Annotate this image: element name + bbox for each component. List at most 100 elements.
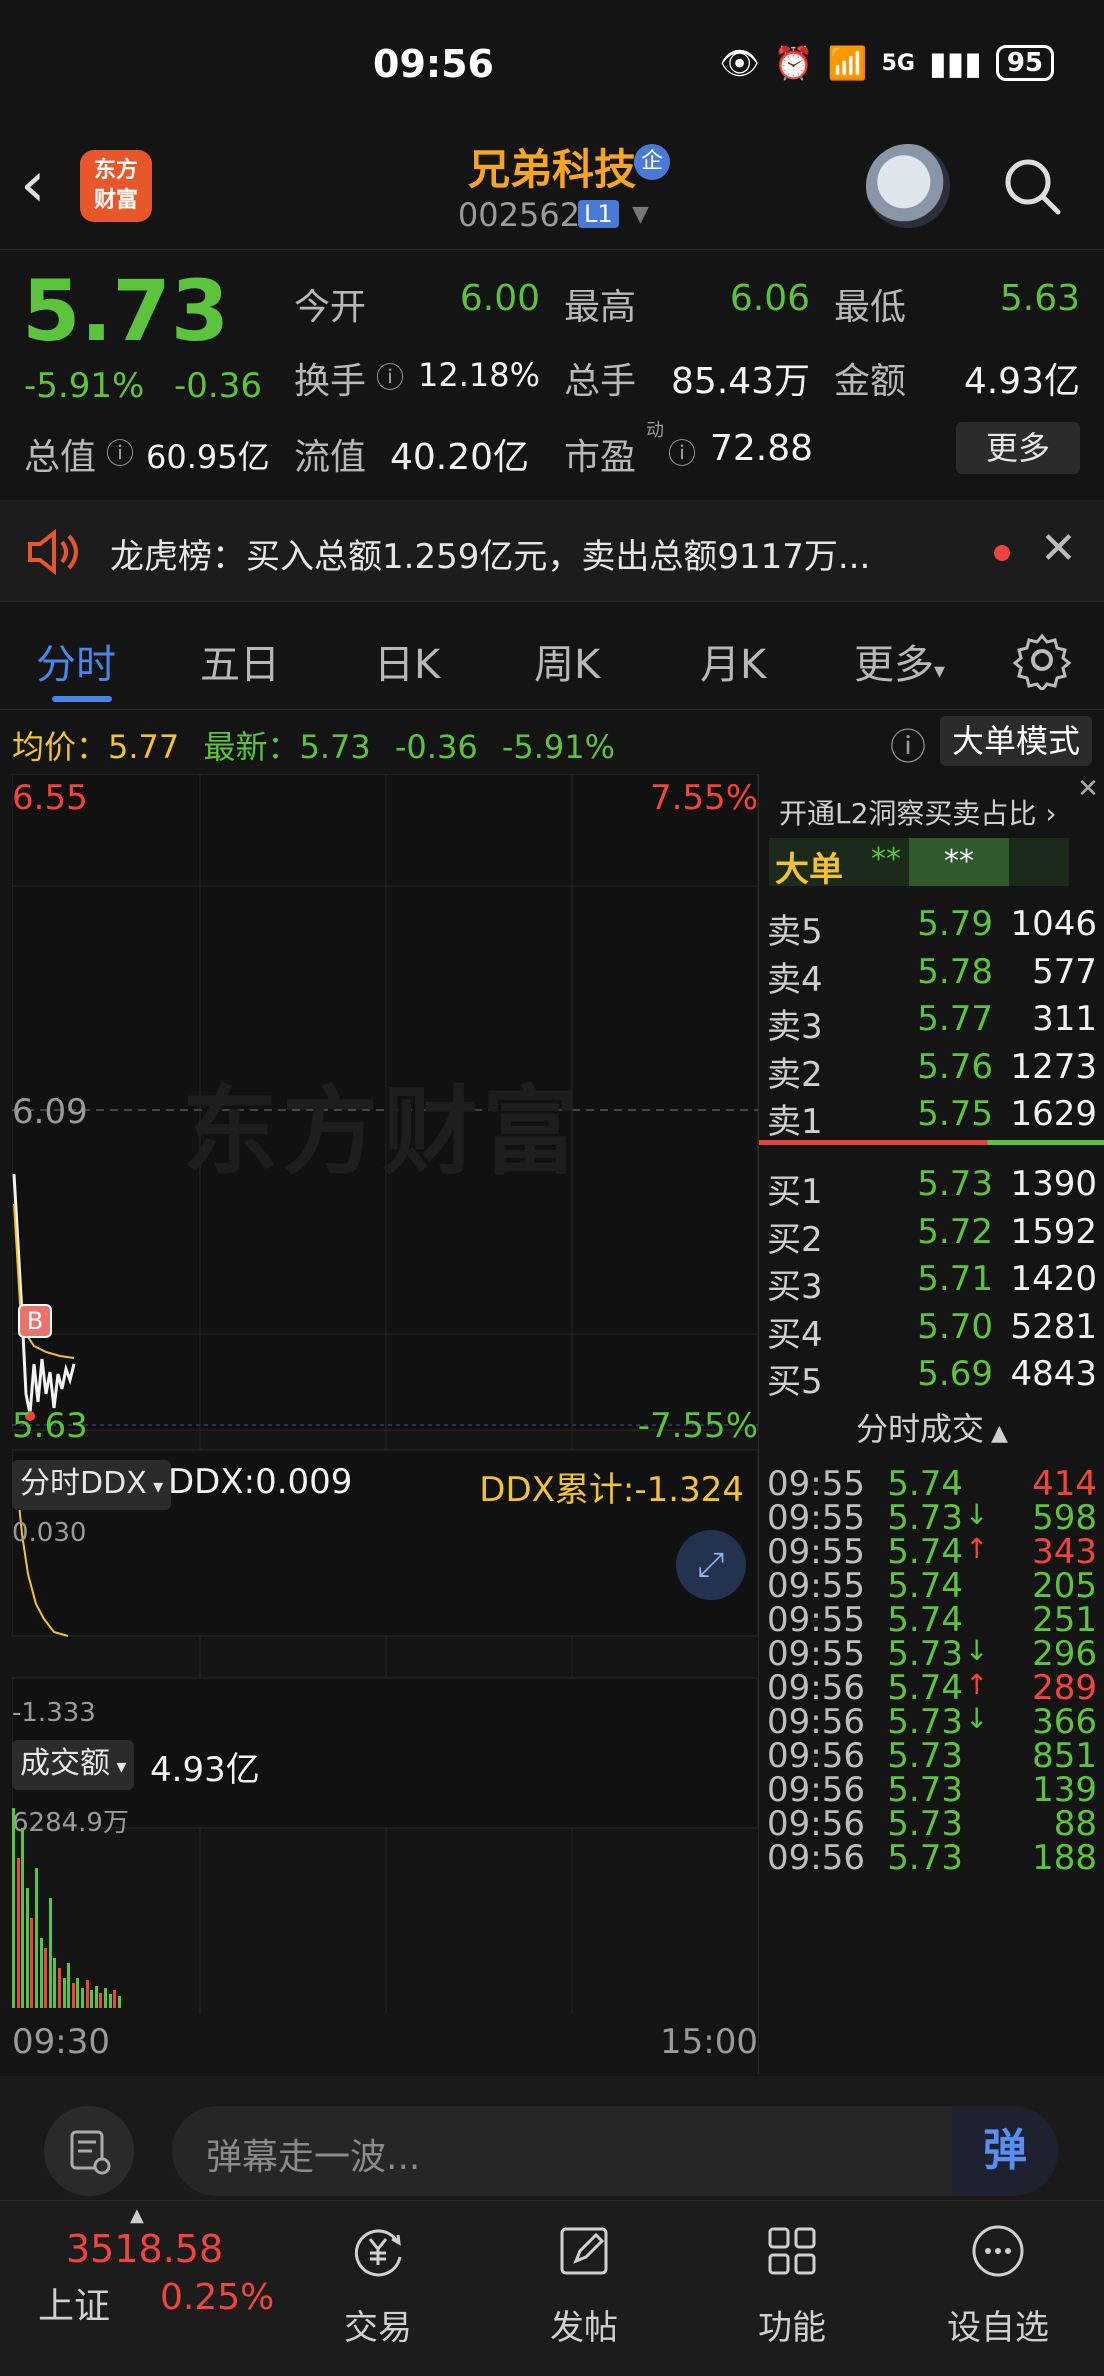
volume-bar (62, 1978, 66, 2008)
intraday-chart[interactable]: 6.55 7.55% 6.09 东方财富 5.63 -7.55% B 分时DDX… (11, 773, 759, 2062)
danmaku-send-button[interactable]: 弹 (952, 2106, 1058, 2196)
ask-row[interactable]: 卖4 5.78 577 (759, 952, 1104, 1000)
nav-trade[interactable]: 交易 (308, 2221, 448, 2349)
tick-row: 09:56 5.73 88 (759, 1804, 1104, 1844)
index-widget[interactable]: ▲ 3518.58 上证 0.25% (0, 2201, 276, 2376)
status-icons: 👁 ⏰ 📶 5G ▮▮▮ 95 (719, 44, 1054, 82)
ask-volume: 1629 (1010, 1094, 1097, 1134)
volume-bar (16, 1858, 20, 2008)
tick-row: 09:55 5.74 414 (759, 1464, 1104, 1504)
nav-post[interactable]: 发帖 (514, 2221, 654, 2349)
bid-row[interactable]: 买2 5.72 1592 (759, 1212, 1104, 1260)
volume-bar (21, 1828, 25, 2008)
search-icon[interactable] (1000, 154, 1064, 218)
bid-row[interactable]: 买1 5.73 1390 (759, 1164, 1104, 1212)
volume-bars (12, 1798, 132, 2008)
ask-row[interactable]: 卖3 5.77 311 (759, 999, 1104, 1047)
time-start: 09:30 (12, 2022, 110, 2062)
ticks-title[interactable]: 分时成交 ▲ (759, 1404, 1104, 1450)
tick-row: 09:55 5.73 ↓ 598 (759, 1498, 1104, 1538)
turnover-value: 12.18% (417, 356, 540, 394)
danmaku-settings-icon[interactable] (44, 2106, 134, 2196)
axis-bottom-price: 5.63 (12, 1406, 88, 1446)
ddx-value: DDX:0.009 (168, 1462, 353, 1502)
tick-row: 09:56 5.74 ↑ 289 (759, 1668, 1104, 1708)
settings-gear-icon[interactable] (1012, 630, 1072, 690)
bid-volume: 4843 (1010, 1354, 1097, 1394)
volume-bar (12, 1808, 15, 2008)
tick-volume: 188 (1032, 1838, 1097, 1878)
ask-volume: 1273 (1010, 1046, 1097, 1087)
latest-change: -0.36 (394, 728, 478, 766)
ddx-selector-label: 分时DDX (20, 1466, 147, 1501)
volume-bar (71, 1983, 75, 2008)
nav-functions-label: 功能 (758, 2308, 826, 2348)
close-icon[interactable]: ✕ (1040, 523, 1077, 574)
volume-bar (25, 1888, 29, 2008)
index-value: 3518.58 (66, 2227, 224, 2271)
tick-row: 09:55 5.74 ↑ 343 (759, 1532, 1104, 1572)
eye-icon: 👁 (719, 44, 760, 82)
nav-functions[interactable]: 功能 (722, 2221, 862, 2349)
buy-marker[interactable]: B (18, 1304, 52, 1338)
amount-label: 金额 (834, 361, 907, 402)
tick-row: 09:55 5.74 205 (759, 1566, 1104, 1606)
caret-up-icon: ▲ (984, 1421, 1008, 1446)
status-bar: 09:56 👁 ⏰ 📶 5G ▮▮▮ 95 (0, 0, 1104, 130)
bid-volume: 1390 (1010, 1164, 1097, 1204)
tab-five-day[interactable]: 五日 (200, 632, 280, 690)
help-icon[interactable]: ⓘ (890, 718, 926, 770)
bid-row[interactable]: 买4 5.70 5281 (759, 1307, 1104, 1355)
nav-add-watchlist-label: 设自选 (947, 2308, 1049, 2348)
ask-row[interactable]: 卖2 5.76 1273 (759, 1047, 1104, 1095)
assistant-robot-icon[interactable] (866, 144, 950, 228)
watermark: 东方财富 (182, 1076, 582, 1188)
big-order-label: 大单 (775, 850, 843, 890)
news-ticker[interactable]: 龙虎榜：买入总额1.259亿元，卖出总额9117万... ✕ (0, 500, 1104, 602)
nav-add-watchlist[interactable]: 设自选 (928, 2221, 1068, 2349)
ddx-selector[interactable]: 分时DDX ▾ (12, 1460, 172, 1510)
pe-dynamic-mark: 动 (646, 420, 664, 441)
expand-icon[interactable]: ⤢ (676, 1530, 746, 1600)
ask-row[interactable]: 卖1 5.75 1629 (759, 1094, 1104, 1142)
bid-row[interactable]: 买5 5.69 4843 (759, 1354, 1104, 1402)
bid-row[interactable]: 买3 5.71 1420 (759, 1259, 1104, 1307)
tab-intraday[interactable]: 分时 (36, 632, 116, 690)
tick-row: 09:56 5.73 851 (759, 1736, 1104, 1776)
danmaku-input[interactable]: 弹幕走一波... 弹 (172, 2106, 1058, 2196)
tick-row: 09:55 5.73 ↓ 296 (759, 1634, 1104, 1674)
ddx-axis-top: 0.030 (12, 1518, 87, 1548)
tab-more[interactable]: 更多▾ (854, 632, 945, 690)
tab-daily-k[interactable]: 日K (374, 632, 440, 690)
chart-tabs: 分时 五日 日K 周K 月K 更多▾ (0, 606, 1104, 710)
big-order-value-2: ** (909, 838, 1009, 886)
volume-bar (104, 1988, 107, 2008)
grid-icon (768, 2227, 816, 2275)
more-quote-button[interactable]: 更多 (956, 422, 1080, 474)
volume-bar (53, 1958, 57, 2008)
level-badge[interactable]: L1 (578, 200, 619, 228)
enterprise-badge: 企 (634, 144, 670, 180)
open-label: 今开 (294, 287, 367, 328)
caret-down-icon: ▾ (934, 659, 946, 684)
ask-row[interactable]: 卖5 5.79 1046 (759, 904, 1104, 952)
volume-bar (48, 1898, 52, 2008)
info-icon[interactable]: ⓘ (106, 432, 134, 472)
volume-value: 85.43万 (670, 361, 810, 402)
tab-monthly-k[interactable]: 月K (700, 632, 766, 690)
tab-weekly-k[interactable]: 周K (534, 632, 600, 690)
caret-down-icon: ▾ (146, 1474, 164, 1498)
info-icon[interactable]: ⓘ (668, 432, 696, 472)
chevron-down-icon[interactable]: ▼ (632, 202, 649, 227)
tick-row: 09:55 5.74 251 (759, 1600, 1104, 1640)
big-order-mode-button[interactable]: 大单模式 (940, 716, 1092, 766)
ticker-text: 龙虎榜：买入总额1.259亿元，卖出总额9117万... (110, 537, 871, 577)
volume-bar (44, 1948, 48, 2008)
signal-icon: ▮▮▮ (928, 44, 982, 82)
volume-bar (113, 1990, 117, 2008)
volume-selector[interactable]: 成交额 ▾ (12, 1740, 135, 1790)
avg-price-label: 均价： (12, 728, 109, 766)
close-icon[interactable]: ✕ (1071, 774, 1104, 808)
l2-promo-link[interactable]: 开通L2洞察买卖占比 › (779, 792, 1057, 832)
volume-bar (81, 1988, 84, 2008)
